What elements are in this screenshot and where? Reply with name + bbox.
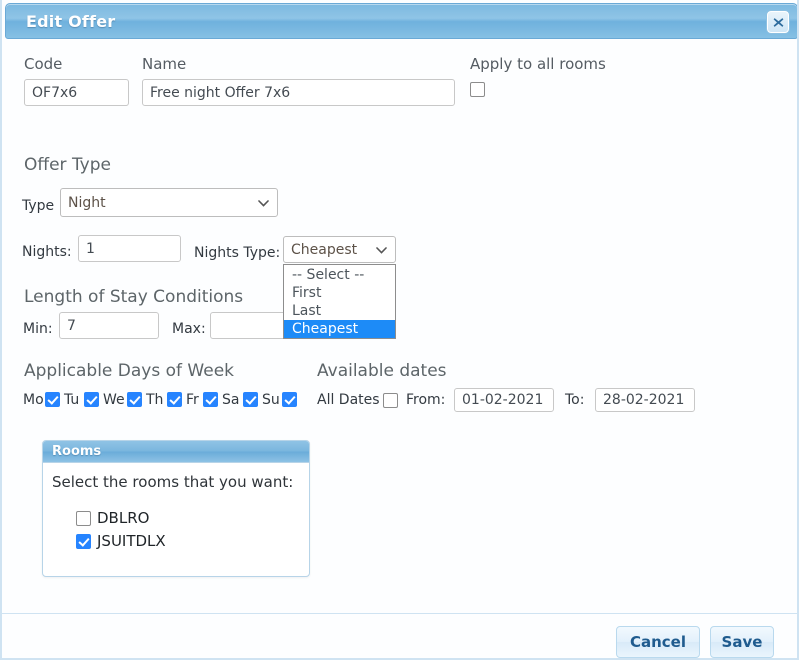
to-date-input[interactable] bbox=[595, 388, 695, 412]
dropdown-option-select[interactable]: -- Select -- bbox=[284, 266, 395, 284]
chevron-down-icon bbox=[258, 195, 269, 211]
dropdown-option-cheapest[interactable]: Cheapest bbox=[284, 320, 395, 338]
all-dates-label: All Dates bbox=[317, 392, 380, 408]
dialog-titlebar: Edit Offer bbox=[5, 3, 797, 39]
name-label: Name bbox=[142, 55, 187, 73]
rooms-panel: Rooms Select the rooms that you want: DB… bbox=[42, 440, 310, 577]
all-dates-checkbox[interactable] bbox=[383, 393, 398, 408]
nights-type-select-value: Cheapest bbox=[291, 241, 358, 258]
edit-offer-dialog: Edit Offer Code Name Apply to all rooms … bbox=[0, 0, 799, 660]
chevron-down-icon bbox=[376, 242, 387, 258]
day-checkbox-th[interactable] bbox=[167, 392, 182, 407]
dialog-title: Edit Offer bbox=[26, 12, 116, 31]
day-label-sa: Sa bbox=[222, 392, 240, 408]
days-of-week-heading: Applicable Days of Week bbox=[24, 361, 234, 381]
save-button[interactable]: Save bbox=[710, 626, 774, 658]
rooms-panel-header: Rooms bbox=[43, 441, 309, 463]
day-label-fr: Fr bbox=[186, 392, 199, 408]
nights-type-select[interactable]: Cheapest bbox=[283, 236, 396, 263]
offer-type-heading: Offer Type bbox=[24, 155, 111, 175]
day-label-su: Su bbox=[262, 392, 280, 408]
to-label: To: bbox=[565, 392, 585, 408]
day-checkbox-we[interactable] bbox=[127, 392, 142, 407]
type-select[interactable]: Night bbox=[60, 188, 278, 217]
code-input[interactable] bbox=[24, 79, 129, 106]
day-label-tu: Tu bbox=[64, 392, 80, 408]
nights-type-label: Nights Type: bbox=[194, 245, 281, 261]
type-label: Type bbox=[22, 198, 55, 214]
rooms-hint-text: Select the rooms that you want: bbox=[52, 473, 294, 491]
day-label-th: Th bbox=[146, 392, 164, 408]
footer-divider bbox=[2, 613, 797, 614]
room-label-jsuitdlx: JSUITDLX bbox=[97, 532, 166, 550]
type-select-value: Night bbox=[68, 194, 106, 211]
dropdown-option-first[interactable]: First bbox=[284, 284, 395, 302]
day-label-we: We bbox=[103, 392, 125, 408]
code-label: Code bbox=[24, 55, 63, 73]
from-date-input[interactable] bbox=[454, 388, 554, 412]
day-checkbox-sa[interactable] bbox=[243, 392, 258, 407]
room-checkbox-dblro[interactable] bbox=[76, 511, 91, 526]
room-label-dblro: DBLRO bbox=[97, 509, 150, 527]
available-dates-heading: Available dates bbox=[317, 361, 447, 381]
nights-input[interactable] bbox=[78, 235, 181, 262]
from-label: From: bbox=[406, 392, 446, 408]
dropdown-option-last[interactable]: Last bbox=[284, 302, 395, 320]
max-label: Max: bbox=[172, 321, 206, 337]
rooms-panel-title: Rooms bbox=[52, 444, 102, 459]
close-icon bbox=[773, 17, 784, 28]
nights-type-dropdown-list[interactable]: -- Select -- First Last Cheapest bbox=[283, 264, 396, 339]
room-checkbox-jsuitdlx[interactable] bbox=[76, 534, 91, 549]
apply-to-all-rooms-label: Apply to all rooms bbox=[470, 55, 606, 73]
day-label-mo: Mo bbox=[23, 392, 44, 408]
day-checkbox-su[interactable] bbox=[282, 392, 297, 407]
apply-to-all-rooms-checkbox[interactable] bbox=[470, 82, 485, 97]
day-checkbox-tu[interactable] bbox=[84, 392, 99, 407]
length-of-stay-heading: Length of Stay Conditions bbox=[24, 287, 244, 307]
day-checkbox-fr[interactable] bbox=[203, 392, 218, 407]
close-button[interactable] bbox=[767, 11, 789, 33]
cancel-button[interactable]: Cancel bbox=[616, 626, 700, 658]
name-input[interactable] bbox=[142, 79, 455, 106]
min-input[interactable] bbox=[59, 312, 159, 339]
day-checkbox-mo[interactable] bbox=[45, 392, 60, 407]
min-label: Min: bbox=[23, 321, 53, 337]
nights-label: Nights: bbox=[22, 244, 72, 260]
